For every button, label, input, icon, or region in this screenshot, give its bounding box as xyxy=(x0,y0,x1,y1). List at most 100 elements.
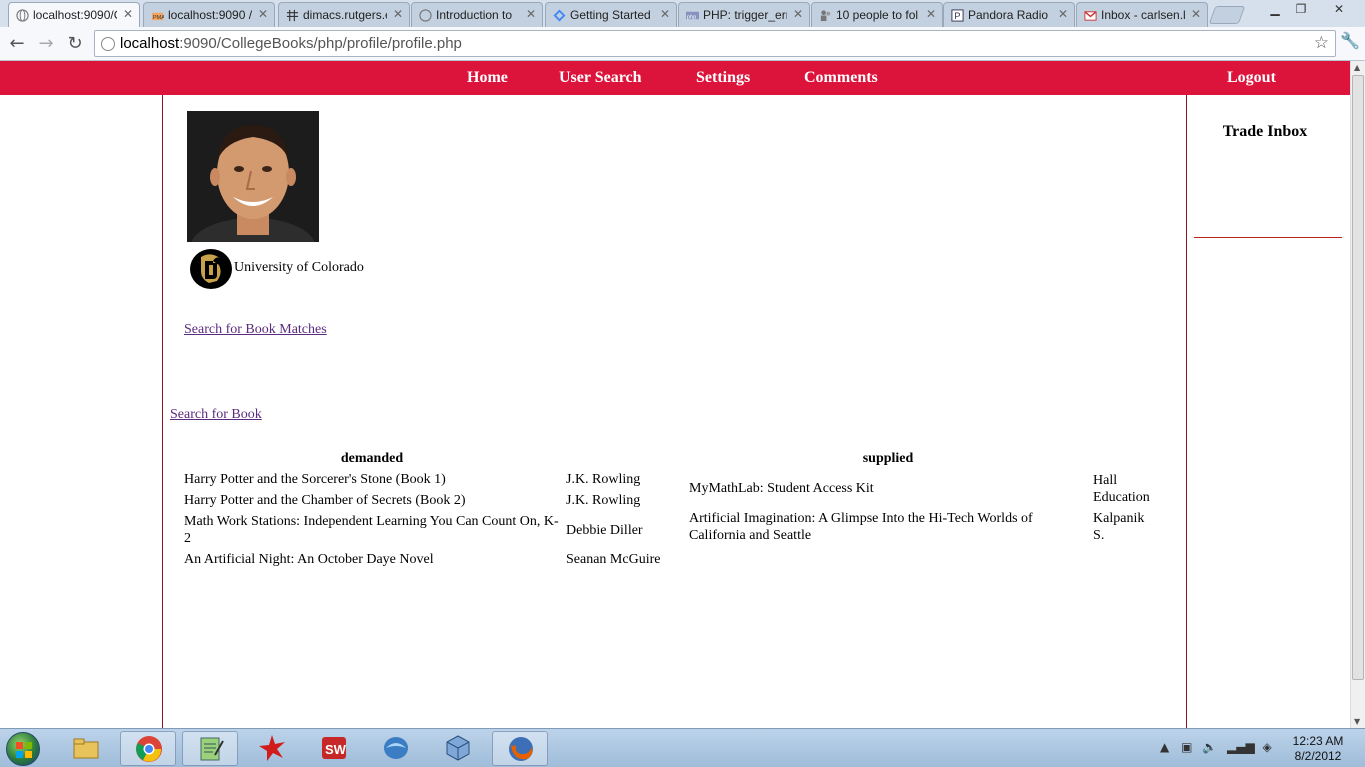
close-tab-icon[interactable]: ✕ xyxy=(258,7,268,21)
book-author: Kalpanik S. xyxy=(1093,511,1145,543)
people-icon xyxy=(820,10,831,22)
nav-logout-link[interactable]: Logout xyxy=(1227,69,1276,87)
nav-home-link[interactable]: Home xyxy=(467,69,508,87)
close-tab-icon[interactable]: ✕ xyxy=(1058,7,1068,21)
vertical-scrollbar[interactable]: ▲ ▼ xyxy=(1350,61,1365,728)
network-status-icon[interactable]: ◈ xyxy=(1263,740,1272,754)
taskbar-notepad[interactable] xyxy=(182,731,238,766)
reload-icon[interactable]: ↻ xyxy=(63,32,87,56)
taskbar-app-star[interactable] xyxy=(244,731,300,766)
browser-toolbar: ← → ↻ localhost:9090/CollegeBooks/php/pr… xyxy=(0,27,1365,61)
supplied-books-table: supplied MyMathLab: Student Access Kit H… xyxy=(685,448,1163,547)
page-viewport: Home User Search Settings Comments Logou… xyxy=(0,61,1350,728)
browser-tab[interactable]: php PHP: trigger_err ✕ xyxy=(678,2,810,27)
globe-icon xyxy=(419,9,432,22)
divider xyxy=(1194,237,1342,238)
close-tab-icon[interactable]: ✕ xyxy=(393,7,403,21)
svg-text:PMA: PMA xyxy=(153,15,164,21)
taskbar-clock[interactable]: 12:23 AM 8/2/2012 xyxy=(1283,734,1353,764)
browser-tab[interactable]: localhost:9090/C ✕ xyxy=(8,2,140,27)
tab-title: Inbox - carlsen.l xyxy=(1101,8,1185,22)
svg-text:php: php xyxy=(687,14,696,20)
svg-text:SW: SW xyxy=(325,742,347,757)
browser-tab[interactable]: Introduction to ✕ xyxy=(411,2,543,27)
page-info-icon[interactable] xyxy=(101,37,115,51)
address-bar[interactable]: localhost:9090/CollegeBooks/php/profile/… xyxy=(94,30,1336,57)
close-tab-icon[interactable]: ✕ xyxy=(123,7,133,21)
folder-icon xyxy=(73,738,99,759)
close-tab-icon[interactable]: ✕ xyxy=(1191,7,1201,21)
tab-title: localhost:9090/C xyxy=(33,8,117,22)
volume-icon[interactable]: 🔈 xyxy=(1202,740,1217,754)
scroll-up-arrow-icon[interactable]: ▲ xyxy=(1354,63,1360,72)
cube-icon xyxy=(446,735,470,761)
scroll-down-arrow-icon[interactable]: ▼ xyxy=(1354,717,1360,726)
search-book-matches-link[interactable]: Search for Book Matches xyxy=(184,322,327,338)
bookmark-star-icon[interactable]: ☆ xyxy=(1314,33,1329,53)
trade-inbox-panel: Trade Inbox xyxy=(1187,95,1350,728)
browser-tab[interactable]: dimacs.rutgers.e ✕ xyxy=(278,2,410,27)
new-tab-button[interactable] xyxy=(1208,6,1246,24)
school-logo-icon xyxy=(190,249,232,289)
sw-icon: SW xyxy=(322,737,347,759)
close-tab-icon[interactable]: ✕ xyxy=(660,7,670,21)
forward-arrow-icon[interactable]: → xyxy=(34,32,58,56)
start-button[interactable] xyxy=(6,732,40,766)
table-row: MyMathLab: Student Access Kit Hall Educa… xyxy=(687,470,1161,507)
back-arrow-icon[interactable]: ← xyxy=(5,32,29,56)
php-icon: php xyxy=(686,11,699,20)
taskbar-blue-app[interactable] xyxy=(368,731,424,766)
book-author: Seanan McGuire xyxy=(566,552,661,567)
search-book-link[interactable]: Search for Book xyxy=(170,407,262,423)
restore-icon[interactable]: ❐ xyxy=(1288,0,1314,18)
wrench-menu-icon[interactable]: 🔧 xyxy=(1340,31,1360,50)
nav-settings-link[interactable]: Settings xyxy=(696,69,750,87)
browser-tab[interactable]: 10 people to fol ✕ xyxy=(811,2,943,27)
nav-user-search-link[interactable]: User Search xyxy=(559,69,642,87)
school-name: University of Colorado xyxy=(234,260,364,275)
close-tab-icon[interactable]: ✕ xyxy=(526,7,536,21)
book-title: Harry Potter and the Sorcerer's Stone (B… xyxy=(184,472,446,487)
pandora-icon: P xyxy=(951,9,964,22)
device-icon[interactable]: ▣ xyxy=(1181,740,1192,754)
book-title: Artificial Imagination: A Glimpse Into t… xyxy=(689,511,1033,543)
phpmyadmin-icon: PMA xyxy=(151,12,164,21)
taskbar-sw-app[interactable]: SW xyxy=(306,731,362,766)
book-author: J.K. Rowling xyxy=(566,493,641,508)
gmail-icon xyxy=(1084,11,1097,21)
minimize-icon[interactable]: ▁ xyxy=(1262,0,1288,18)
taskbar-firefox[interactable] xyxy=(492,731,548,766)
tab-title: localhost:9090 / xyxy=(168,8,252,22)
table-row: Math Work Stations: Independent Learning… xyxy=(182,512,668,548)
notepad-icon xyxy=(200,737,224,761)
close-tab-icon[interactable]: ✕ xyxy=(926,7,936,21)
browser-tab[interactable]: PMA localhost:9090 / ✕ xyxy=(143,2,275,27)
browser-tab-strip: localhost:9090/C ✕ PMA localhost:9090 / … xyxy=(0,0,1365,27)
trade-inbox-title: Trade Inbox xyxy=(1222,123,1308,140)
taskbar-chrome[interactable] xyxy=(120,731,176,766)
tab-title: Introduction to xyxy=(436,8,513,22)
browser-tab[interactable]: P Pandora Radio - ✕ xyxy=(943,2,1075,27)
supplied-header: supplied xyxy=(862,451,914,466)
network-icon[interactable]: ▂▄▆ xyxy=(1227,740,1255,754)
close-window-icon[interactable]: ✕ xyxy=(1326,0,1352,18)
show-hidden-icons-icon[interactable]: ▲ xyxy=(1160,740,1169,754)
close-tab-icon[interactable]: ✕ xyxy=(793,7,803,21)
browser-tab[interactable]: Inbox - carlsen.l ✕ xyxy=(1076,2,1208,27)
windows-taskbar: SW ▲ ▣ 🔈 ▂▄▆ ◈ 12:23 AM 8/2/2012 xyxy=(0,728,1365,767)
book-title: MyMathLab: Student Access Kit xyxy=(689,481,874,496)
windows-logo-icon xyxy=(16,742,32,758)
system-tray: ▲ ▣ 🔈 ▂▄▆ ◈ xyxy=(1160,740,1272,754)
table-row: Artificial Imagination: A Glimpse Into t… xyxy=(687,509,1161,545)
taskbar-virtualbox[interactable] xyxy=(430,731,486,766)
browser-tab[interactable]: Getting Started ✕ xyxy=(545,2,677,27)
demanded-author-header xyxy=(564,450,668,468)
demanded-header: demanded xyxy=(340,451,404,466)
book-title: An Artificial Night: An October Daye Nov… xyxy=(184,552,434,567)
url-host: localhost xyxy=(120,35,180,52)
taskbar-explorer[interactable] xyxy=(58,731,114,766)
nav-comments-link[interactable]: Comments xyxy=(804,69,878,87)
scrollbar-thumb[interactable] xyxy=(1352,75,1364,680)
table-row: Harry Potter and the Chamber of Secrets … xyxy=(182,491,668,510)
tab-title: Getting Started xyxy=(570,8,651,22)
